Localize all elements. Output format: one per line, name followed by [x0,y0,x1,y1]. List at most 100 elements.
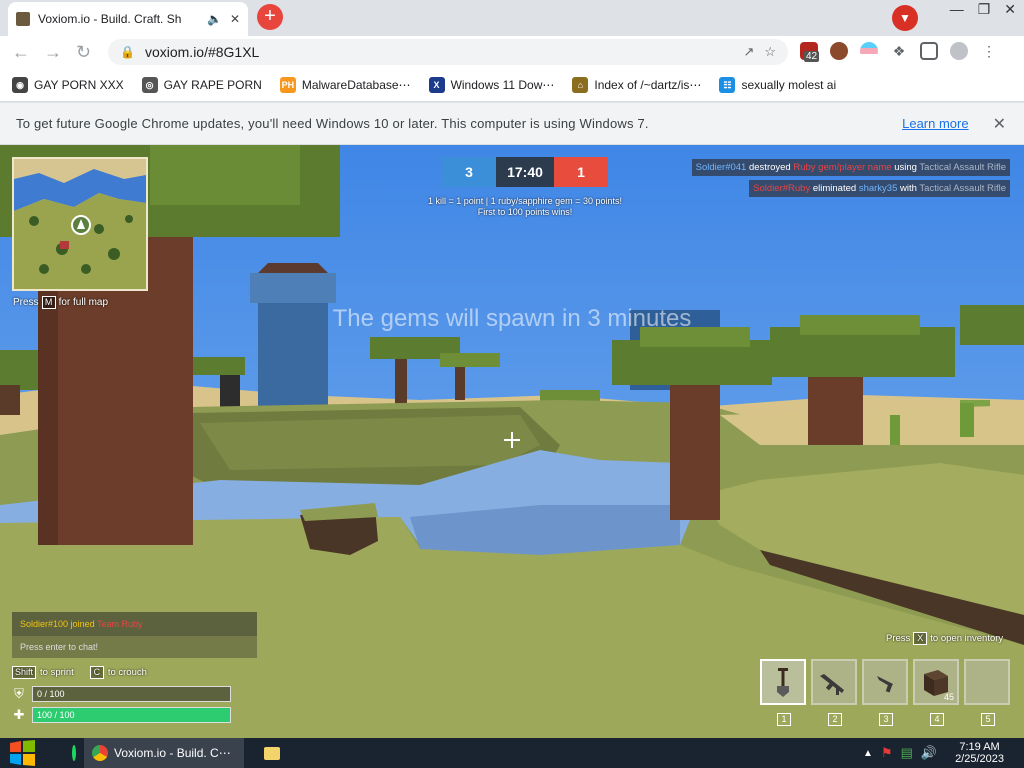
minimize-icon[interactable]: — [950,0,964,18]
bookmark-item[interactable]: X Windows 11 Dow⋯ [428,76,554,93]
url-text[interactable]: voxiom.io/#8G1XL [145,44,733,60]
restore-icon[interactable]: ❐ [978,0,991,18]
new-tab-button[interactable]: + [257,4,283,30]
tray-expand-icon[interactable]: ▲ [863,748,873,759]
red-team-score: 1 [554,157,608,187]
bookmark-item[interactable]: PH MalwareDatabase⋯ [279,76,411,93]
action-center-flag-icon[interactable]: ⚑ [881,745,893,761]
start-button[interactable] [0,738,44,768]
bookmark-star-icon[interactable]: ☆ [764,44,776,60]
hotbar: 1 2 3 45 4 5 [760,659,1010,726]
voxiom-favicon-icon [16,12,30,26]
taskbar-explorer[interactable] [244,738,288,768]
shovel-icon [777,668,789,697]
infobar-message: To get future Google Chrome updates, you… [16,116,649,131]
ublock-extension-icon[interactable]: 42 [800,42,820,62]
taskbar-spotify[interactable] [44,738,84,768]
network-monitor-icon[interactable]: ▤ [901,745,913,761]
killfeed-weapon: Tactical Assault Rifle [919,162,1006,173]
sprint-label: to sprint [40,667,74,678]
chat-team: Team Ruby [96,619,143,629]
slot-number: 1 [777,713,791,726]
lock-icon[interactable]: 🔒 [120,45,135,59]
health-bar: 100 / 100 [32,707,231,723]
window-controls: — ❐ ✕ [950,0,1016,18]
chat-input[interactable]: Press enter to chat! [12,636,257,658]
side-panel-icon[interactable] [920,42,938,60]
assault-rifle-icon [820,674,844,695]
killfeed-connector: with [900,183,917,194]
extensions-area: 42 ❖ ⋮ [800,42,998,62]
update-infobar: To get future Google Chrome updates, you… [0,103,1024,145]
rules-line-2: First to 100 points wins! [477,207,573,217]
bookmark-item[interactable]: ◉ GAY PORN XXX [12,76,124,93]
learn-more-link[interactable]: Learn more [902,116,968,131]
killfeed-target: Ruby gem/player name [793,162,892,173]
puzzle-extensions-icon[interactable]: ❖ [890,42,908,60]
x-icon: X [428,76,445,93]
armor-label: 0 / 100 [37,689,65,699]
address-bar[interactable]: 🔒 voxiom.io/#8G1XL ↗ ☆ [108,39,788,65]
reload-icon[interactable]: ↻ [76,42,91,62]
health-row: ✚ 100 / 100 [12,707,231,723]
rules-text: 1 kill = 1 point | 1 ruby/sapphire gem =… [380,196,670,218]
avatar-extension-icon[interactable] [830,42,848,60]
armor-row: ⛨ 0 / 100 [12,686,231,702]
killfeed-connector: using [894,162,917,173]
close-tab-icon[interactable]: ✕ [230,12,240,26]
slot-number: 5 [981,713,995,726]
bookmark-item[interactable]: ◎ GAY RAPE PORN [141,76,262,93]
taskbar-chrome-window[interactable]: Voxiom.io - Build. C⋯ [84,738,244,768]
chat-log: Soldier#100 joined Team Ruby [12,612,257,636]
forward-arrow-icon[interactable]: → [44,42,62,62]
killfeed-target: sharky35 [858,183,898,194]
browser-tab-voxiom[interactable]: Voxiom.io - Build. Craft. Sh 🔈 ✕ [8,2,248,36]
windows-taskbar: Voxiom.io - Build. C⋯ ▲ ⚑ ▤ 🔊 7:19 AM 2/… [0,738,1024,768]
blue-team-score: 3 [442,157,496,187]
back-arrow-icon[interactable]: ← [12,42,30,62]
system-tray: ▲ ⚑ ▤ 🔊 7:19 AM 2/25/2023 [863,738,1024,768]
extension-badge: 42 [804,51,820,62]
game-canvas[interactable]: Press M for full map 3 17:40 1 1 kill = … [0,145,1024,738]
speaker-icon[interactable]: 🔈 [207,12,222,26]
bookmarks-bar: ◉ GAY PORN XXX ◎ GAY RAPE PORN PH MalwareData… [0,68,1024,102]
killfeed-entry: Soldier#041 destroyed Ruby gem/player na… [691,159,1010,176]
shift-key: Shift [12,666,37,679]
close-window-icon[interactable]: ✕ [1004,0,1016,18]
bookmark-item[interactable]: ☷ sexually molest ai [719,76,836,93]
share-icon[interactable]: ↗ [743,44,754,60]
inventory-key: X [913,632,928,645]
folder-icon [264,746,280,760]
hotbar-slot-3[interactable]: 3 [862,659,908,726]
volume-icon[interactable]: 🔊 [921,745,937,761]
killfeed-weapon: Tactical Assault Rifle [919,183,1006,194]
clock-date: 2/25/2023 [955,753,1004,765]
crouch-label: to crouch [107,667,147,678]
killfeed-entry: Soldier#Ruby eliminated sharky35 with Ta… [749,180,1010,197]
rules-line-1: 1 kill = 1 point | 1 ruby/sapphire gem =… [428,196,622,206]
folder-icon: ⌂ [572,76,589,93]
bookmark-item[interactable]: ⌂ Index of /~dartz/is⋯ [572,76,701,93]
infobar-close-icon[interactable]: ✕ [993,114,1006,134]
windows-logo-icon [10,740,35,766]
inventory-hint: Press X to open inventory [886,632,1003,645]
scoreboard: 3 17:40 1 [442,157,608,187]
slot-number: 4 [930,713,944,726]
hotbar-slot-2[interactable]: 2 [811,659,857,726]
minimap[interactable] [12,157,148,291]
inventory-hint-post: to open inventory [930,633,1004,644]
hotbar-slot-4[interactable]: 45 4 [913,659,959,726]
profile-avatar-icon[interactable] [950,42,968,60]
killfeed-verb: destroyed [748,162,791,173]
hotbar-slot-1[interactable]: 1 [760,659,806,726]
slot-number: 2 [828,713,842,726]
clock[interactable]: 7:19 AM 2/25/2023 [955,741,1004,765]
match-timer: 17:40 [496,157,554,187]
tab-search-chevron-down-icon[interactable]: ▼ [892,5,918,31]
minimap-terrain [14,159,146,289]
flag-extension-icon[interactable] [860,42,878,60]
tab-title: Voxiom.io - Build. Craft. Sh [38,12,182,26]
more-menu-icon[interactable]: ⋮ [980,42,998,60]
hotbar-slot-5[interactable]: 5 [964,659,1010,726]
health-plus-icon: ✚ [13,707,25,722]
